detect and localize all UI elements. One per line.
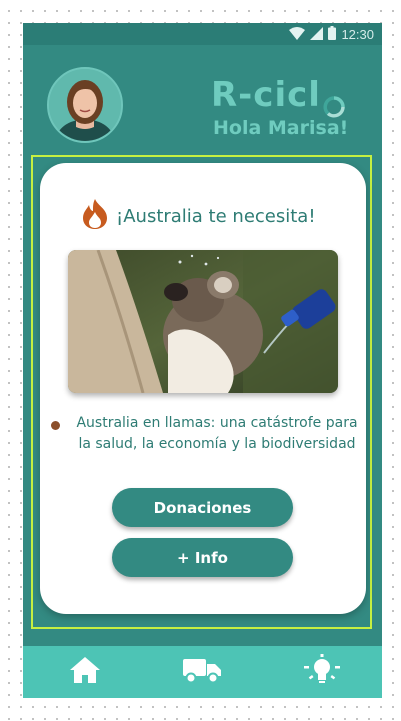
- cellular-signal-icon: [310, 25, 324, 44]
- bullet-dot: [51, 421, 60, 430]
- card-header: ¡Australia te necesita!: [82, 198, 316, 234]
- greeting-text: Hola Marisa!: [213, 117, 349, 139]
- fire-icon: [82, 198, 108, 234]
- wifi-icon: [289, 25, 306, 44]
- nav-tips[interactable]: [302, 654, 342, 690]
- nav-delivery[interactable]: [182, 656, 222, 688]
- status-bar: 12:30: [23, 23, 382, 45]
- lightbulb-icon: [302, 654, 342, 690]
- status-time: 12:30: [341, 26, 374, 42]
- logo-text: R-cicl: [211, 75, 321, 115]
- koala-photo: [68, 250, 338, 393]
- news-headline[interactable]: Australia en llamas: una catástrofe para…: [73, 413, 361, 455]
- avatar-portrait: [49, 69, 121, 141]
- bottom-navigation: [23, 646, 382, 698]
- truck-icon: [182, 656, 222, 688]
- user-avatar[interactable]: [47, 67, 123, 143]
- campaign-card: ¡Australia te necesita! Australia en lla…: [40, 163, 366, 614]
- card-title: ¡Australia te necesita!: [116, 205, 316, 227]
- battery-icon: [328, 25, 337, 44]
- more-info-button[interactable]: + Info: [112, 538, 293, 577]
- status-icons: 12:30: [289, 25, 374, 44]
- phone-screen: 12:30 R-cicl Hola Marisa! ¡Australia te …: [23, 23, 382, 698]
- home-icon: [69, 656, 101, 688]
- recycle-icon: [323, 87, 345, 118]
- nav-home[interactable]: [67, 656, 103, 688]
- app-logo: R-cicl: [211, 75, 345, 118]
- donations-button[interactable]: Donaciones: [112, 488, 293, 527]
